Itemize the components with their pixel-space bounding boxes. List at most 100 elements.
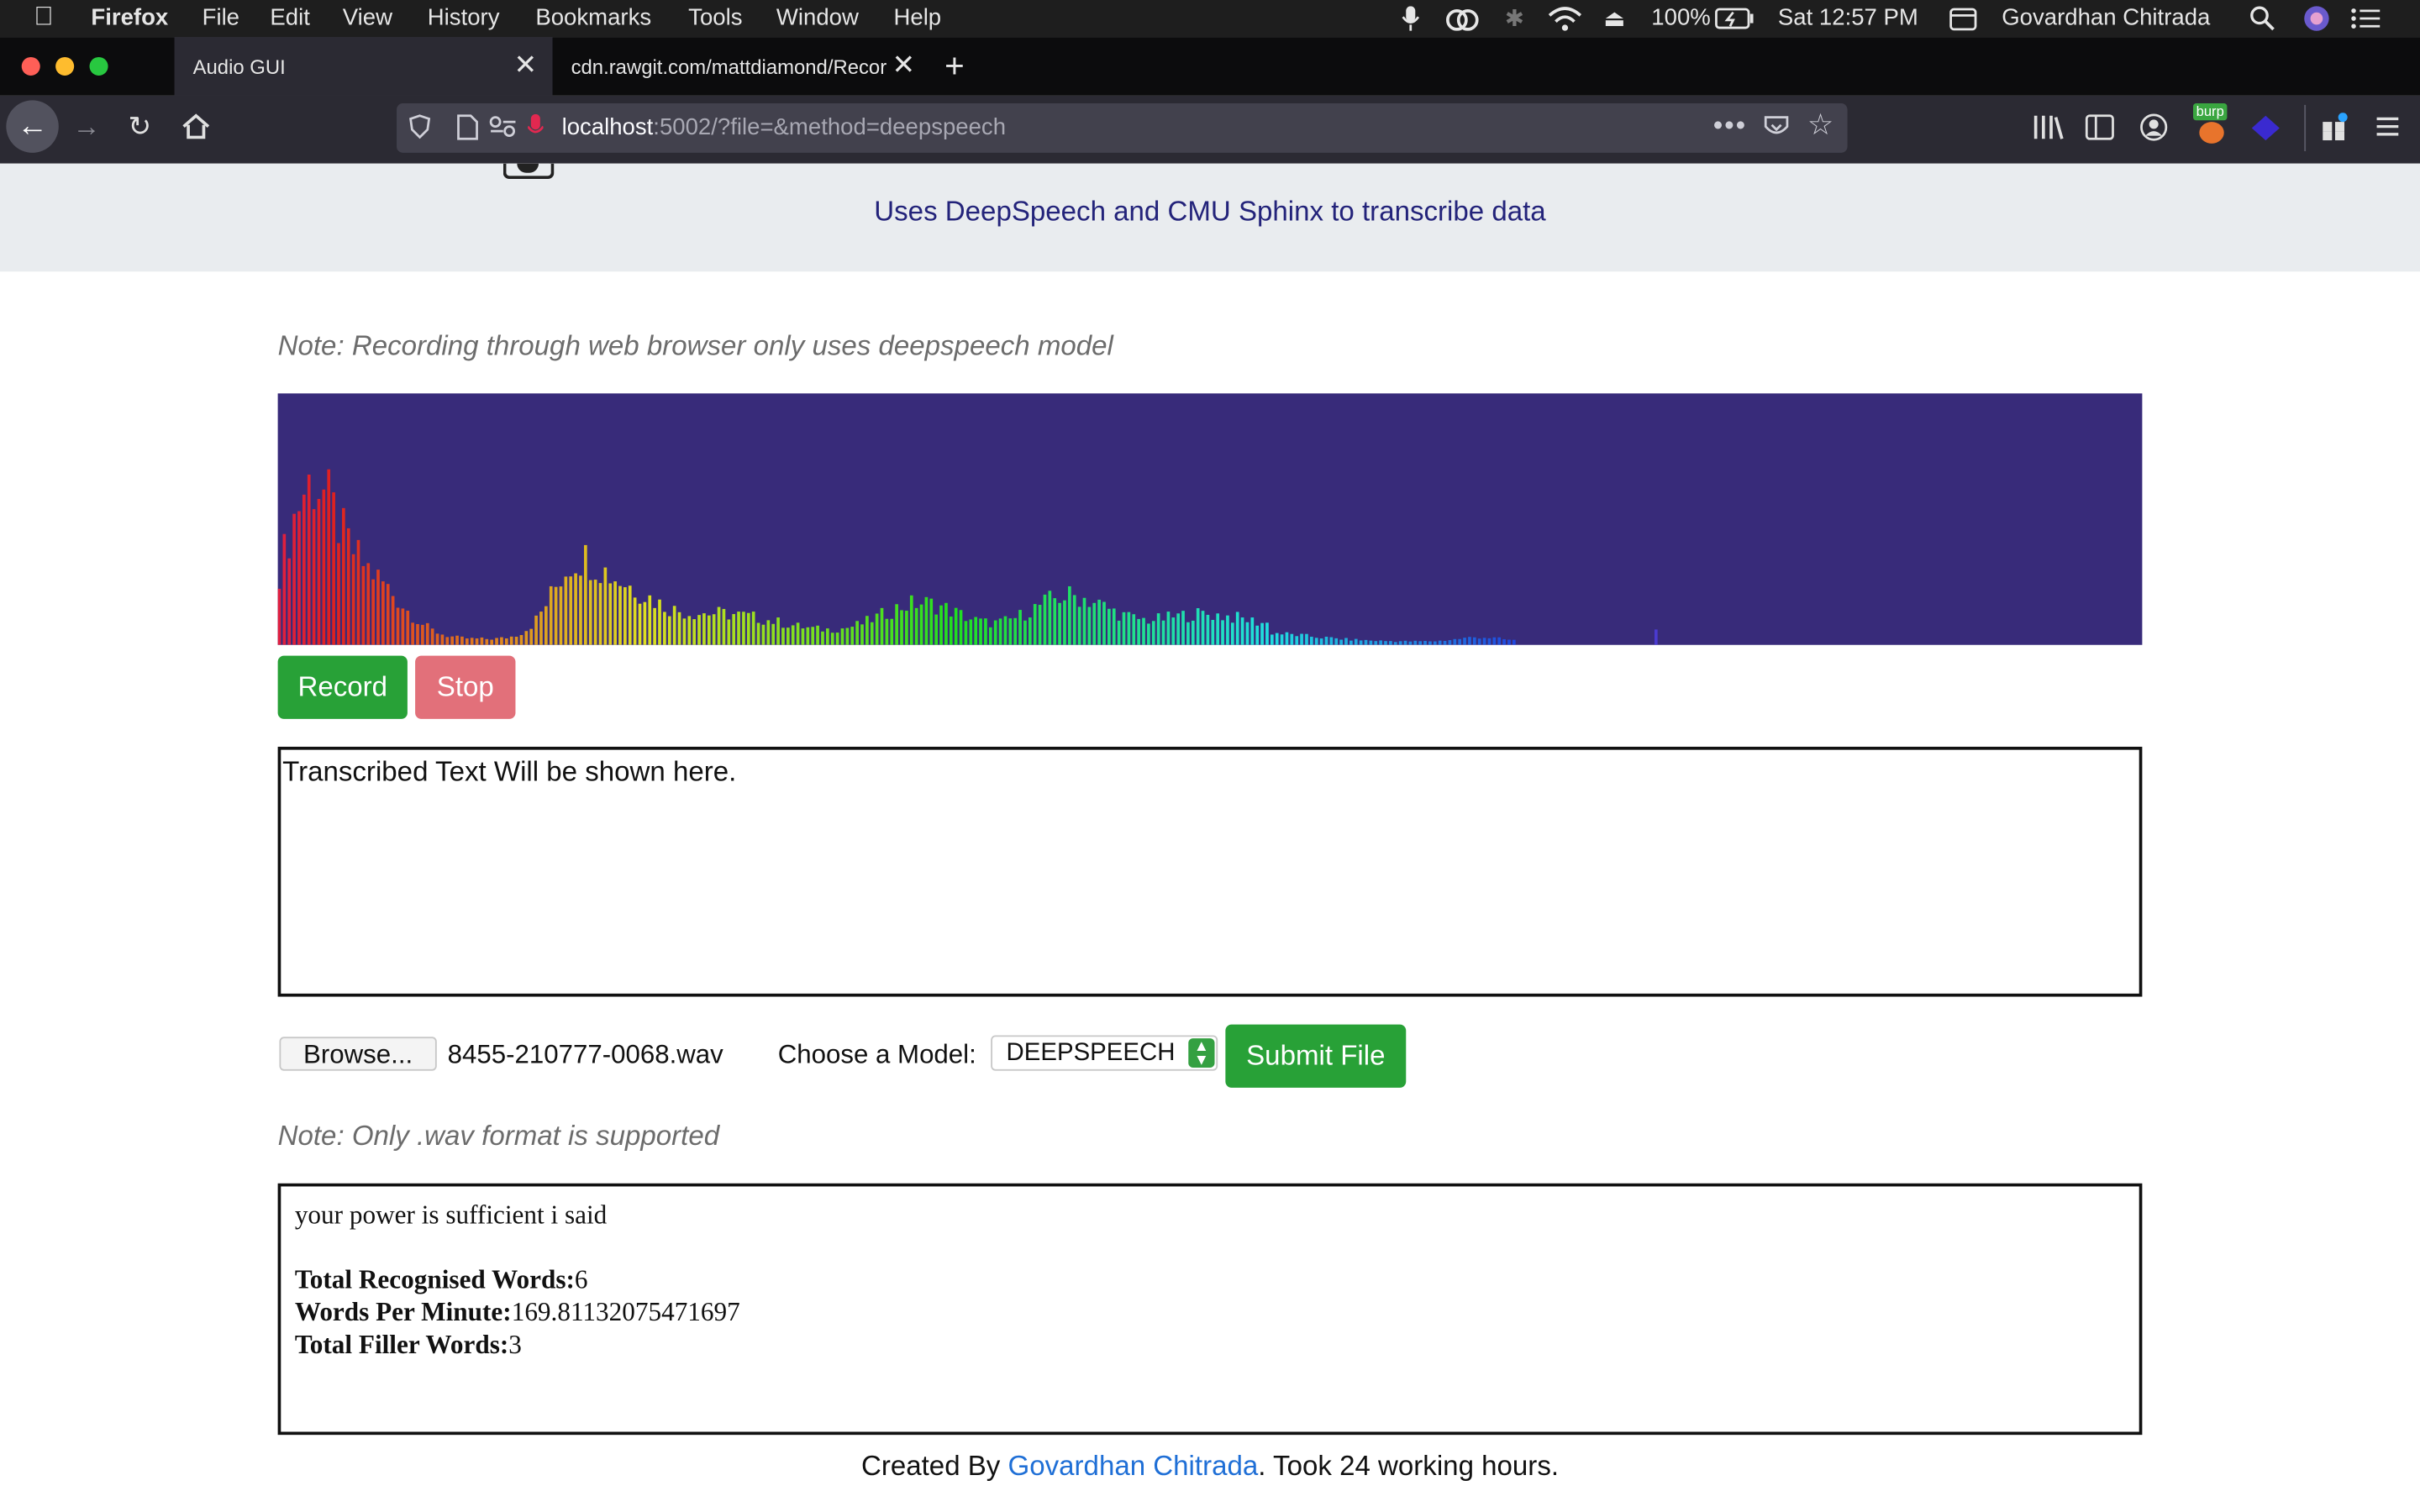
frequency-bar	[677, 612, 681, 645]
account-icon[interactable]	[2139, 113, 2169, 142]
frequency-bar	[1468, 637, 1471, 645]
menu-edit[interactable]: Edit	[270, 5, 309, 31]
menu-window[interactable]: Window	[776, 5, 859, 31]
transcript-textarea[interactable]: Transcribed Text Will be shown here.	[277, 746, 2143, 997]
new-tab-icon[interactable]: +	[944, 46, 965, 87]
frequency-bar	[687, 616, 692, 645]
frequency-bar	[1226, 615, 1229, 645]
frequency-bar	[855, 621, 859, 645]
frequency-bar	[584, 544, 587, 645]
frequency-bar	[1127, 612, 1131, 645]
apple-icon[interactable]: 	[34, 2, 53, 33]
frequency-bar	[722, 608, 726, 645]
tab-rawgit[interactable]: cdn.rawgit.com/mattdiamond/Recor ✕	[553, 37, 931, 96]
frequency-bar	[1068, 585, 1071, 645]
frequency-bar	[346, 528, 350, 645]
frequency-bar	[371, 579, 375, 645]
frequency-bar	[1132, 614, 1136, 645]
frequency-bar	[648, 595, 652, 645]
frequency-bar	[1507, 639, 1511, 645]
close-window-button[interactable]	[21, 56, 40, 76]
frequency-bar	[292, 513, 296, 645]
minimize-window-button[interactable]	[55, 56, 75, 76]
hamburger-menu-icon[interactable]	[2375, 116, 2400, 138]
frequency-bar	[1344, 638, 1348, 645]
select-stepper-icon: ▲ ▼	[1188, 1038, 1215, 1068]
reload-button[interactable]: ↻	[128, 111, 151, 142]
maximize-window-button[interactable]	[89, 56, 108, 76]
menu-app-name[interactable]: Firefox	[91, 5, 168, 31]
menu-bookmarks[interactable]: Bookmarks	[535, 5, 651, 31]
model-select[interactable]: DEEPSPEECH ▲ ▼	[991, 1035, 1218, 1071]
menu-tools[interactable]: Tools	[688, 5, 742, 31]
microphone-sharing-icon[interactable]	[528, 113, 544, 140]
frequency-bar	[500, 637, 503, 645]
notification-center-icon[interactable]	[2350, 8, 2381, 29]
frequency-bar	[979, 618, 982, 645]
frequency-bar	[485, 638, 489, 645]
frequency-bar	[791, 625, 795, 645]
menu-history[interactable]: History	[428, 5, 500, 31]
author-link[interactable]: Govardhan Chitrada	[1008, 1451, 1259, 1482]
menu-help[interactable]: Help	[893, 5, 941, 31]
forward-button[interactable]: →	[72, 111, 100, 142]
submit-file-button[interactable]: Submit File	[1225, 1024, 1407, 1088]
frequency-bar	[900, 610, 903, 645]
frequency-bar	[470, 638, 474, 645]
frequency-bar	[1260, 622, 1264, 645]
frequency-bar	[796, 622, 800, 645]
url-text[interactable]: localhost:5002/?file=&method=deepspeech	[562, 114, 1006, 140]
tab-audio-gui[interactable]: Audio GUI ✕	[174, 37, 553, 96]
frequency-bar	[1339, 639, 1343, 645]
user-name[interactable]: Govardhan Chitrada	[2002, 5, 2210, 31]
permissions-icon[interactable]	[489, 116, 517, 138]
close-tab-icon[interactable]: ✕	[513, 51, 537, 79]
sidebar-icon[interactable]	[2085, 114, 2114, 140]
frequency-bar	[1097, 599, 1101, 645]
frequency-bar	[880, 607, 884, 645]
tracking-shield-icon[interactable]	[409, 114, 431, 139]
tab-title: cdn.rawgit.com/mattdiamond/Recor	[571, 55, 887, 79]
creative-cloud-icon[interactable]	[1444, 6, 1481, 31]
burp-extension-icon[interactable]: burp	[2193, 103, 2228, 144]
frequency-bar	[416, 623, 419, 645]
frequency-bar	[1290, 633, 1294, 645]
spotlight-search-icon[interactable]	[2250, 6, 2275, 31]
clock[interactable]: Sat 12:57 PM	[1778, 5, 1918, 31]
wifi-icon[interactable]	[1548, 6, 1582, 31]
back-button[interactable]: ←	[6, 100, 59, 153]
extensions-icon[interactable]	[2321, 113, 2349, 141]
frequency-bar	[1458, 638, 1462, 645]
home-button[interactable]	[181, 113, 212, 140]
stop-button[interactable]: Stop	[415, 655, 516, 719]
frequency-bar	[1023, 620, 1027, 645]
browse-file-button[interactable]: Browse...	[279, 1037, 437, 1071]
frequency-bar	[944, 602, 948, 645]
toolbar-separator	[2304, 104, 2307, 152]
frequency-bar	[1166, 612, 1171, 645]
eject-icon[interactable]: ⏏	[1603, 5, 1625, 32]
menu-file[interactable]: File	[203, 5, 239, 31]
siri-icon[interactable]	[2302, 5, 2330, 33]
microphone-icon[interactable]	[1402, 6, 1420, 31]
close-tab-icon[interactable]: ✕	[892, 51, 915, 79]
page-info-icon[interactable]	[457, 114, 479, 140]
frequency-bar	[376, 570, 380, 645]
library-icon[interactable]	[2033, 114, 2064, 140]
frequency-bar	[1310, 637, 1313, 645]
frequency-bar	[1433, 641, 1437, 645]
selected-filename: 8455-210777-0068.wav	[447, 1039, 723, 1069]
extension-icon[interactable]	[2250, 114, 2281, 142]
record-button[interactable]: Record	[277, 655, 408, 719]
bookmark-star-icon[interactable]: ☆	[1807, 108, 1833, 144]
pocket-icon[interactable]	[1763, 114, 1791, 140]
frequency-bar	[1319, 638, 1323, 645]
menu-view[interactable]: View	[343, 5, 392, 31]
frequency-bar	[1324, 637, 1328, 645]
bluetooth-icon[interactable]: ✱	[1505, 5, 1524, 32]
frequency-bar	[598, 583, 602, 645]
calendar-icon[interactable]	[1949, 6, 1977, 31]
page-actions-icon[interactable]: •••	[1713, 109, 1747, 142]
url-bar[interactable]: localhost:5002/?file=&method=deepspeech …	[397, 103, 1848, 153]
battery-icon[interactable]	[1715, 8, 1755, 29]
